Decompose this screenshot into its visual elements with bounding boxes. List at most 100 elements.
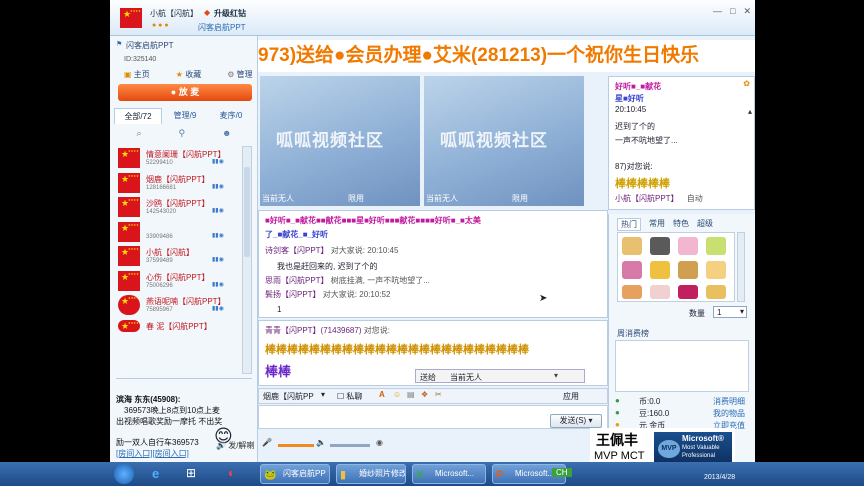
flag-icon: [118, 221, 140, 242]
user-id: 128166681: [146, 184, 177, 191]
release-mic-button[interactable]: ● 放 麦: [118, 84, 252, 101]
gift-item[interactable]: [706, 261, 726, 279]
mvp-logo: MVP Microsoft® Most Valuable Professiona…: [654, 432, 732, 465]
my-items-link[interactable]: 我的物品: [713, 408, 745, 419]
tab-special[interactable]: 特色: [673, 218, 689, 231]
avatar-flag-icon: [120, 8, 142, 28]
emoji-icon[interactable]: ☺: [393, 390, 401, 399]
user-icon[interactable]: ☻: [222, 128, 231, 139]
font-icon[interactable]: A: [379, 390, 385, 399]
gift-item[interactable]: [678, 261, 698, 279]
announcement-title: 滨海 东东(45908):: [116, 395, 181, 404]
start-button[interactable]: [114, 464, 134, 484]
list-item[interactable]: 心伤【闪航PPT】 75006296 ▮▮◉: [114, 269, 240, 294]
audio-controls: 🎤 🔈 ◉: [258, 436, 608, 454]
ie-icon[interactable]: e: [152, 466, 159, 481]
gift-icon[interactable]: ❖: [421, 390, 428, 399]
sender-select[interactable]: 烟鹿【闪航PP: [263, 391, 314, 402]
taskbar-item[interactable]: X Microsoft...: [412, 464, 486, 484]
flower-icon[interactable]: ✿: [743, 79, 750, 88]
gift-item[interactable]: [678, 285, 698, 299]
home-link[interactable]: ▣ 主页: [124, 69, 150, 80]
gift-item[interactable]: [650, 285, 670, 299]
tab-mic-queue[interactable]: 麦序/0: [208, 108, 254, 124]
spending-details-link[interactable]: 消费明细: [713, 396, 745, 407]
user-id: 52299410: [146, 160, 173, 166]
gift-item[interactable]: [622, 237, 642, 255]
list-item[interactable]: 春 泥【闪航PPT】: [114, 318, 240, 343]
list-item[interactable]: 烟鹿【闪航PPT】 128166681 ▮▮◉: [114, 171, 240, 196]
gift-scrollbar[interactable]: [737, 232, 745, 302]
private-checkbox[interactable]: ☐ 私聊: [337, 391, 362, 402]
speaker-icon[interactable]: 🔈: [316, 438, 326, 447]
chevron-down-icon[interactable]: ▾: [321, 390, 325, 399]
send-to-selector[interactable]: 送给 当前无人 ▾: [415, 369, 585, 383]
speaker-volume-slider[interactable]: [330, 444, 370, 447]
gift-item[interactable]: [706, 285, 726, 299]
rainbow-message: 星■好听: [615, 94, 644, 103]
list-item[interactable]: 沙鸥【闪航PPT】 142543020 ▮▮◉: [114, 195, 240, 220]
user-badge-icons: ▮▮◉: [212, 306, 224, 312]
scroll-up-icon[interactable]: ▴: [748, 107, 752, 116]
location-icon[interactable]: ⚲: [178, 128, 185, 139]
list-item[interactable]: 小航【闪航】 37599489 ▮▮◉: [114, 244, 240, 269]
minimize-button[interactable]: —: [713, 6, 722, 17]
room-icon: ⚑: [116, 41, 123, 48]
emblem-icon: [118, 319, 140, 332]
chat-line: 思雨【闪航PPT】 树底挂满, 一声不吭地望了...: [265, 276, 430, 285]
video-window-2[interactable]: 呱呱视频社区 当前无人 限用: [424, 76, 584, 206]
list-item[interactable]: 情意阑珊【闪航PPT】 52299410 ▮▮◉: [114, 146, 240, 171]
gift-item[interactable]: [622, 285, 642, 299]
tab-all[interactable]: 全部/72: [114, 108, 162, 124]
maximize-button[interactable]: □: [730, 6, 735, 17]
user-id: 75895967: [146, 307, 173, 313]
manage-link[interactable]: ⚙ 管理: [227, 69, 252, 80]
apply-button[interactable]: 应用: [563, 391, 579, 402]
upgrade-link[interactable]: 升级红钻: [214, 8, 246, 19]
user-list-scrollbar[interactable]: [242, 146, 252, 374]
video-window-1[interactable]: 呱呱视频社区 当前无人 限用: [260, 76, 420, 206]
taskbar-item[interactable]: 🐸 闪客启航PP: [260, 464, 330, 484]
list-item[interactable]: 33909486 ▮▮◉: [114, 220, 240, 245]
user-name: 沙鸥【闪航PPT】: [146, 199, 210, 208]
public-chat[interactable]: ■好听■_■献花■■献花■■■星■好听■■■献花■■■■好听■_■太美 了_■献…: [258, 210, 608, 318]
app-window: 小航【闪航】 ◆ 升级红钻 ● ● ● 闪客启航PPT — □ ✕ ⚑ 闪客启航…: [110, 0, 755, 462]
app-icon[interactable]: ◐: [228, 466, 235, 480]
gift-item[interactable]: [706, 237, 726, 255]
language-indicator[interactable]: CH: [552, 468, 572, 477]
list-item[interactable]: 燕语呢喃【闪航PPT】 75895967 ▮▮◉: [114, 293, 240, 318]
quantity-select[interactable]: 1 ▾: [713, 306, 747, 318]
chevron-down-icon[interactable]: ▾: [554, 371, 558, 380]
gift-panel: 热门 常用 特色 超级 数量 1 ▾ 周消费榜 ● 币:0.0 ● 豆:160.…: [608, 214, 755, 462]
favorite-link[interactable]: ★ 收藏: [176, 69, 201, 80]
mic-toggle[interactable]: 🔊 发/解喇: [216, 440, 254, 451]
star-icon: ★: [175, 70, 183, 79]
tab-super[interactable]: 超级: [697, 218, 713, 231]
scissors-icon[interactable]: ✂: [435, 390, 442, 399]
taskbar-item[interactable]: ▮ 婚纱照片修改: [336, 464, 406, 484]
gift-grid: [617, 232, 735, 302]
gift-item[interactable]: [678, 237, 698, 255]
send-button[interactable]: 发送(S) ▾: [550, 414, 602, 428]
tab-common[interactable]: 常用: [649, 218, 665, 231]
right-chat[interactable]: 好听■_■献花 星■好听 20:10:45 迟到了个的 一声不吭地望了... 8…: [608, 76, 755, 210]
gift-item[interactable]: [650, 261, 670, 279]
private-chat[interactable]: 青青【闪PPT】(71439687) 对您说: 棒棒棒棒棒棒棒棒棒棒棒棒棒棒棒棒…: [258, 320, 608, 386]
search-icon[interactable]: ⌕: [136, 128, 141, 139]
windows-icon[interactable]: ⊞: [186, 466, 196, 480]
gift-item[interactable]: [650, 237, 670, 255]
tab-admin[interactable]: 管理/9: [162, 108, 208, 124]
weekly-rank-tab[interactable]: 周消费榜: [617, 328, 649, 339]
tab-hot[interactable]: 热门: [617, 218, 641, 231]
image-icon[interactable]: ▤: [407, 390, 415, 399]
settings-icon[interactable]: ◉: [376, 438, 383, 447]
video-limit: 限用: [348, 194, 364, 203]
gift-item[interactable]: [622, 261, 642, 279]
mic-icon[interactable]: 🎤: [262, 438, 272, 447]
room-tab[interactable]: 闪客启航PPT: [198, 22, 246, 33]
quantity-label: 数量: [689, 309, 705, 318]
user-name: 小航【闪航】: [146, 248, 194, 257]
mic-volume-slider[interactable]: [278, 444, 314, 447]
close-button[interactable]: ✕: [743, 6, 751, 17]
title-bar[interactable]: 小航【闪航】 ◆ 升级红钻 ● ● ● 闪客启航PPT — □ ✕: [110, 0, 755, 36]
